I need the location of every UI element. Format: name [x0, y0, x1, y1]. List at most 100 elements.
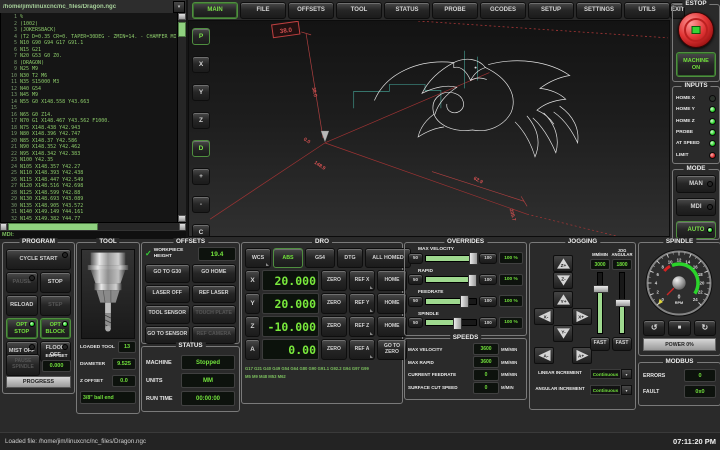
offsets-button[interactable]: TOUCH PLATE	[192, 305, 237, 324]
program-button[interactable]: STEP	[40, 295, 72, 316]
slider-handle[interactable]	[593, 285, 609, 293]
jog-linear-fast-button[interactable]: FAST	[590, 337, 610, 351]
override-slider[interactable]	[425, 319, 477, 326]
mode-led-icon	[707, 181, 713, 187]
dro-header-button[interactable]: ABS	[273, 248, 303, 268]
offsets-button[interactable]: TOOL SENSOR	[145, 305, 190, 324]
dro-header-button[interactable]: WCS	[245, 248, 271, 268]
jog-a--button[interactable]: A-	[534, 347, 554, 364]
menu-tab[interactable]: FILE	[240, 2, 286, 19]
jog-x--button[interactable]: X-	[534, 308, 554, 325]
jog-z--button[interactable]: Z-	[553, 272, 573, 289]
mode-button[interactable]: MAN	[676, 175, 716, 193]
offsets-button[interactable]: LASER OFF	[145, 285, 190, 304]
slider-handle[interactable]	[615, 299, 631, 307]
view-button[interactable]: X	[192, 56, 210, 73]
slider-handle[interactable]	[460, 295, 469, 308]
vertical-scroll-thumb[interactable]	[178, 22, 186, 37]
axis-select-button[interactable]: Y	[245, 293, 260, 314]
offsets-button[interactable]: REF LASER	[192, 285, 237, 304]
scroll-down-button[interactable]	[178, 215, 186, 222]
program-button[interactable]: OPT STOP	[6, 318, 38, 339]
program-button[interactable]: OPT BLOCK	[40, 318, 72, 339]
menu-tab[interactable]: OFFSETS	[288, 2, 334, 19]
rotate-ccw-icon: ↺	[651, 323, 658, 332]
chevron-down-icon[interactable]: ▾	[621, 369, 632, 379]
mode-button[interactable]: MDI	[676, 198, 716, 216]
ref-axis-button[interactable]: REF Y	[349, 293, 375, 314]
menu-tab[interactable]: SETTINGS	[576, 2, 622, 19]
estop-button[interactable]	[678, 12, 714, 48]
jog-angular-fast-button[interactable]: FAST	[612, 337, 632, 351]
offsets-button[interactable]: GO TO G30	[145, 264, 190, 283]
jog-z+-button[interactable]: Z+	[553, 255, 573, 272]
offsets-button[interactable]: GO HOME	[192, 264, 237, 283]
override-slider[interactable]	[425, 276, 477, 283]
machine-on-button[interactable]: MACHINE ON	[676, 52, 716, 77]
home-axis-button[interactable]: HOME	[377, 316, 407, 337]
input-status-row: PROBE	[673, 127, 719, 138]
dro-header-button[interactable]: G54	[305, 248, 335, 268]
mode-led-icon	[707, 227, 713, 233]
override-slider[interactable]	[425, 255, 477, 262]
jog-angular-slider[interactable]	[619, 272, 625, 334]
slider-handle[interactable]	[453, 317, 462, 330]
override-slider[interactable]	[425, 298, 477, 305]
ref-axis-button[interactable]: REF A	[349, 339, 375, 360]
jog-linear-slider[interactable]	[597, 272, 603, 334]
jog-x+-button[interactable]: X+	[572, 308, 592, 325]
view-button[interactable]: P	[192, 28, 210, 45]
menu-tab[interactable]: SETUP	[528, 2, 574, 19]
menu-tab[interactable]: GCODES	[480, 2, 526, 19]
view-button[interactable]: C	[192, 224, 210, 237]
pause-spindle-button[interactable]: PAUSE SPINDLE	[6, 354, 40, 376]
menu-tab[interactable]: PROBE	[432, 2, 478, 19]
slider-handle[interactable]	[469, 252, 478, 265]
toolpath-preview[interactable]: 38.0 38.0 0.0 148.9 62.9 209.7 PXYZD+-C	[188, 20, 670, 237]
vertical-scrollbar[interactable]	[177, 13, 186, 222]
jog-y+-button[interactable]: Y+	[553, 291, 573, 308]
spindle-ccw-button[interactable]: ↺	[643, 320, 665, 336]
dro-header-button[interactable]: DTG	[337, 248, 363, 268]
axis-select-button[interactable]: Z	[245, 316, 260, 337]
view-button[interactable]: -	[192, 196, 210, 213]
view-button[interactable]: +	[192, 168, 210, 185]
view-button[interactable]: Z	[192, 112, 210, 129]
menu-tab[interactable]: TOOL	[336, 2, 382, 19]
angular-increment-select[interactable]: Continuous ▾	[590, 385, 632, 395]
mode-button[interactable]: AUTO	[676, 221, 716, 239]
menu-tab[interactable]: UTILS	[624, 2, 670, 19]
program-button[interactable]: CYCLE START	[6, 249, 71, 270]
ref-axis-button[interactable]: REF X	[349, 270, 375, 291]
axis-select-button[interactable]: X	[245, 270, 260, 291]
program-button[interactable]: STOP	[40, 272, 72, 293]
zero-axis-button[interactable]: ZERO	[321, 316, 347, 337]
zero-axis-button[interactable]: ZERO	[321, 293, 347, 314]
file-dropdown-button[interactable]: ▾	[173, 1, 185, 13]
spindle-stop-button[interactable]: ■	[668, 320, 690, 336]
menu-tab[interactable]: MAIN	[192, 2, 238, 19]
chevron-down-icon[interactable]: ▾	[621, 385, 632, 395]
spindle-cw-button[interactable]: ↻	[694, 320, 716, 336]
view-button[interactable]: D	[192, 140, 210, 157]
check-icon[interactable]: ✓	[145, 250, 152, 258]
scroll-up-button[interactable]	[178, 13, 186, 20]
program-button[interactable]: PAUSE	[6, 272, 38, 293]
view-button[interactable]: Y	[192, 84, 210, 101]
zero-axis-button[interactable]: ZERO	[321, 270, 347, 291]
linear-increment-select[interactable]: Continuous ▾	[590, 369, 632, 379]
zero-axis-button[interactable]: ZERO	[321, 339, 347, 360]
program-button[interactable]: RELOAD	[6, 295, 38, 316]
jog-a+-button[interactable]: A+	[572, 347, 592, 364]
menu-tab[interactable]: STATUS	[384, 2, 430, 19]
jog-y--button[interactable]: Y-	[553, 325, 573, 342]
home-axis-button[interactable]: GO TO ZERO	[377, 339, 407, 360]
home-axis-button[interactable]: HOME	[377, 293, 407, 314]
slider-handle[interactable]	[468, 274, 477, 287]
axis-select-button[interactable]: A	[245, 339, 260, 360]
home-axis-button[interactable]: HOME	[377, 270, 407, 291]
slider-max-label: 100	[479, 317, 497, 328]
workpiece-height-row: ✓ WORKPIECE HEIGHT 19.4	[145, 247, 236, 261]
ref-axis-button[interactable]: REF Z	[349, 316, 375, 337]
gcode-listing[interactable]: 1 % 2 (1002) 3 (JOKERSBACK) 4 (T2 D=0.35…	[0, 13, 186, 222]
